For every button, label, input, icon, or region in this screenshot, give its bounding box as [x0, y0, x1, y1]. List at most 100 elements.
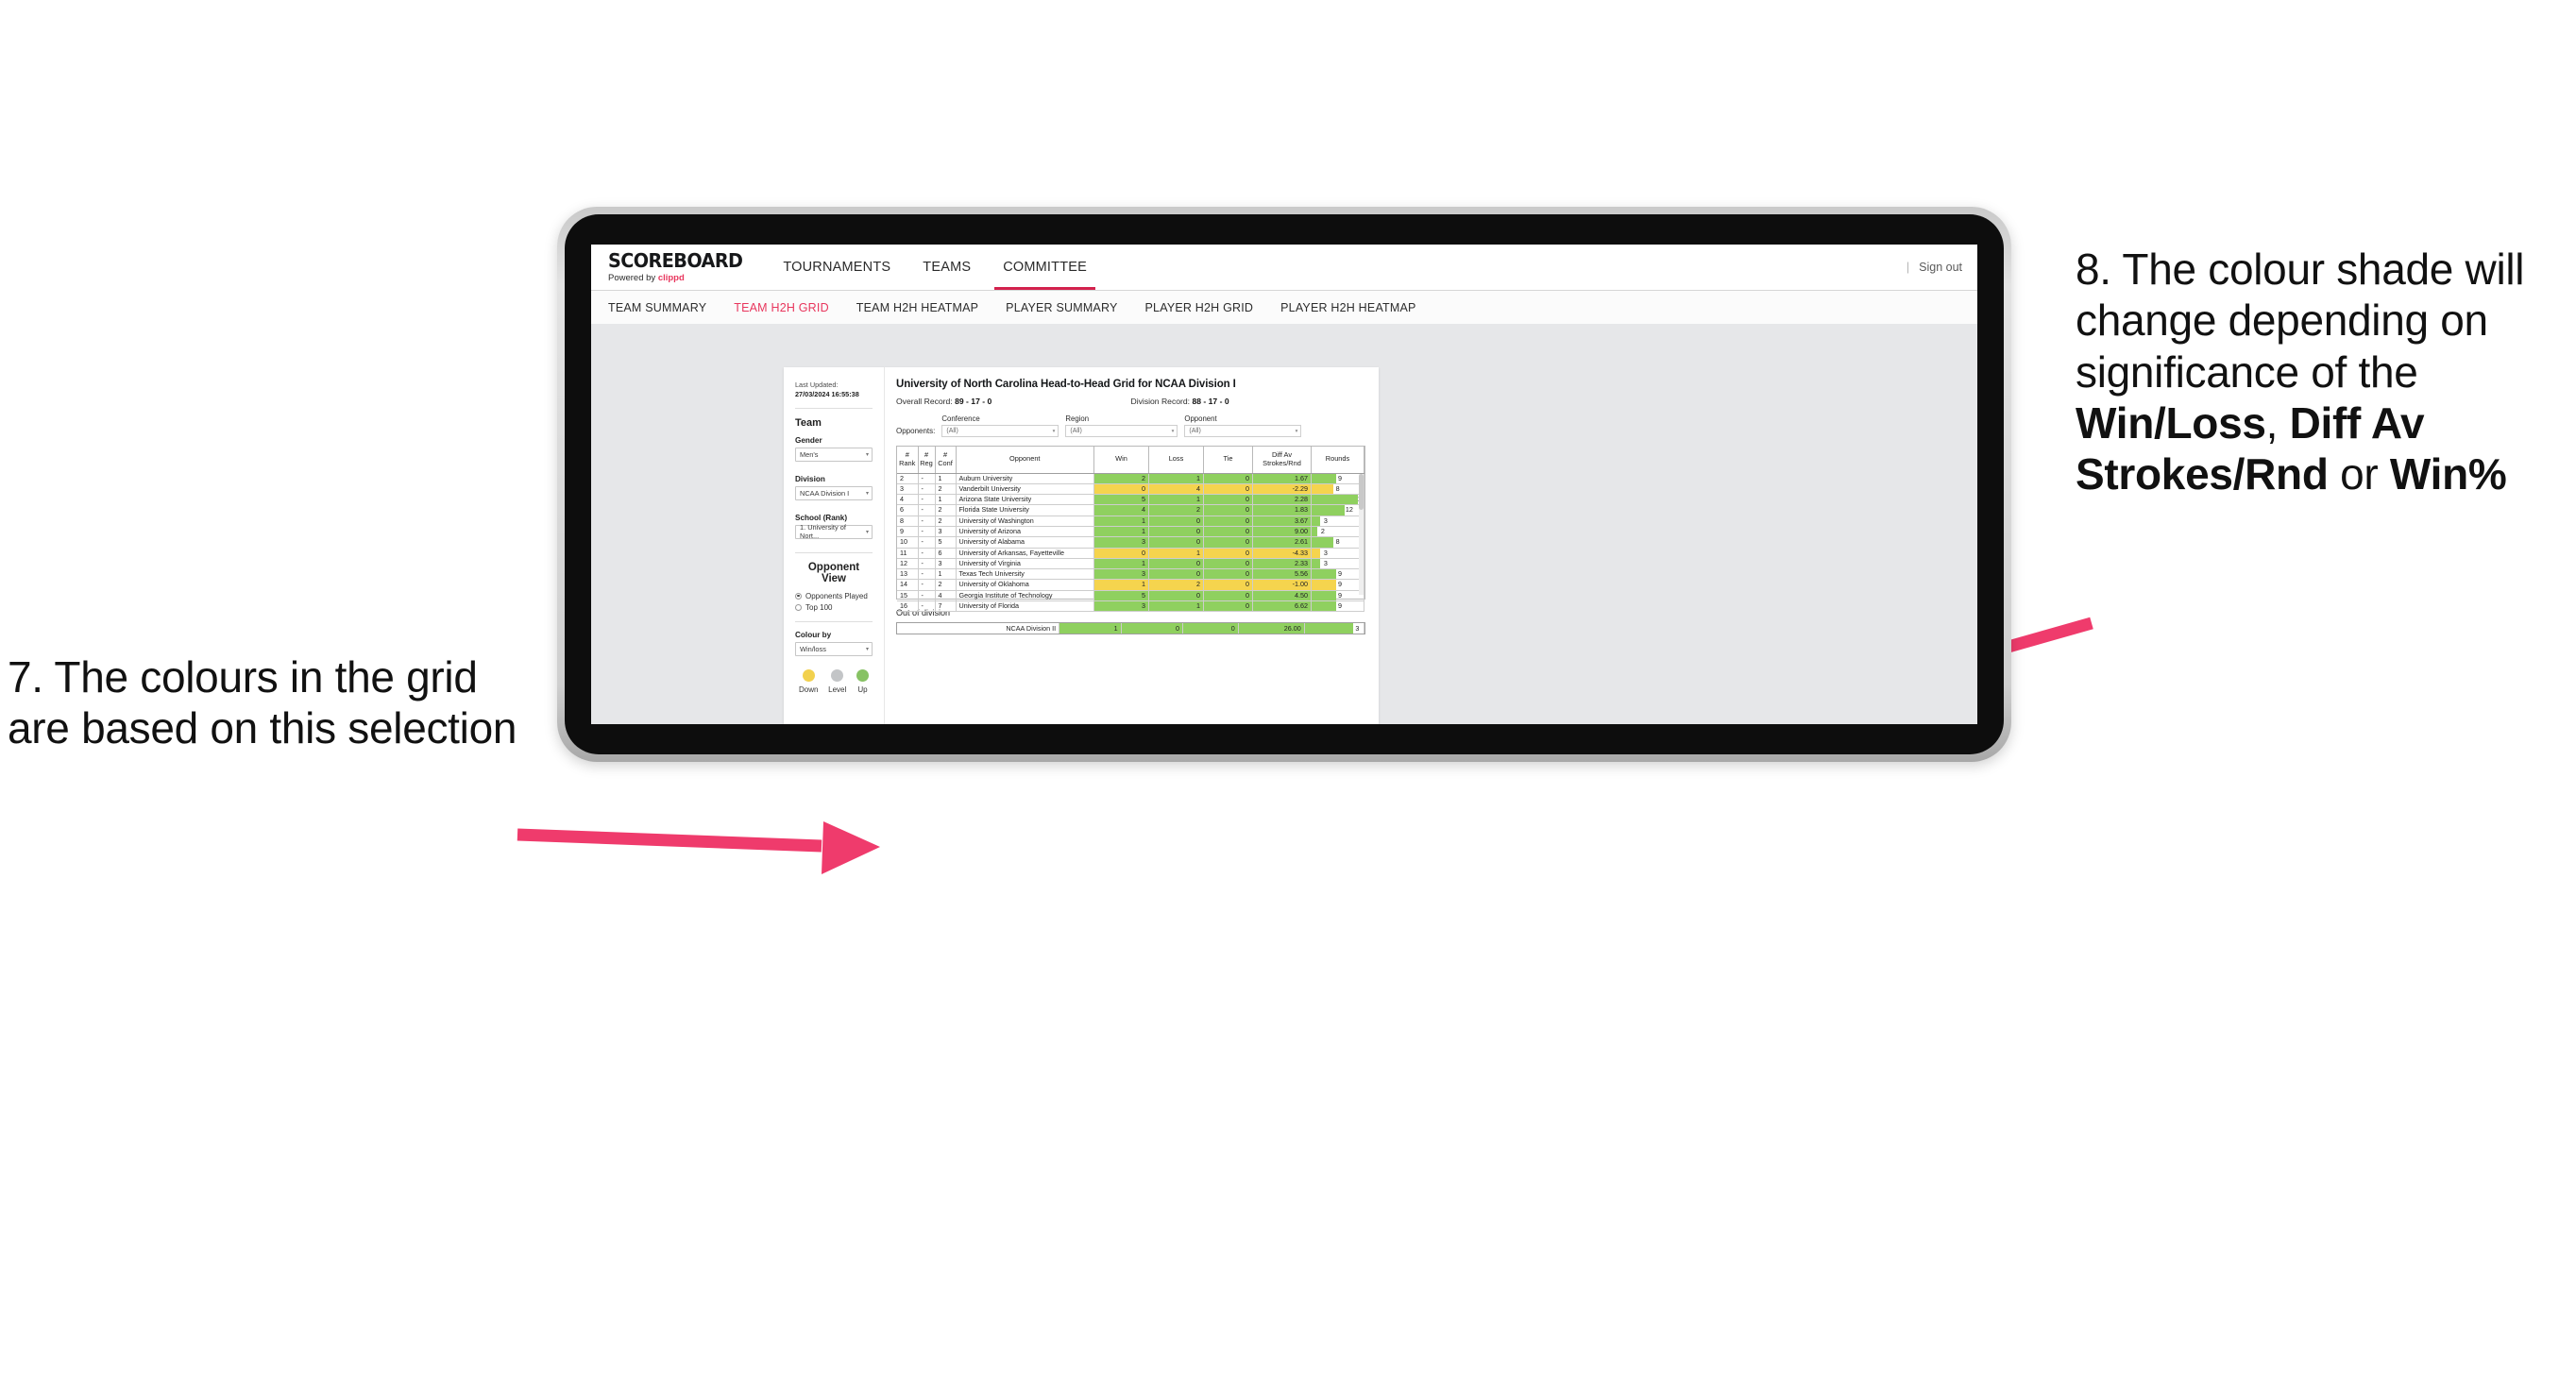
- cell-loss: 1: [1148, 600, 1204, 613]
- filter-conference: Conference (All) ▾: [941, 414, 1059, 437]
- gender-select[interactable]: Men's ▾: [795, 447, 873, 462]
- last-updated-text: Last Updated: 27/03/2024 16:55:38: [795, 380, 873, 399]
- cell-reg: -: [918, 494, 936, 506]
- cell-loss: 0: [1148, 526, 1204, 538]
- cell-rounds: 12: [1311, 504, 1364, 516]
- subnav-item-player-h2h-heatmap[interactable]: PLAYER H2H HEATMAP: [1280, 301, 1430, 314]
- rounds-bar: [1312, 483, 1334, 494]
- ood-cell-win: 1: [1059, 623, 1122, 634]
- subnav-label-player-h2h-heatmap: PLAYER H2H HEATMAP: [1280, 301, 1416, 314]
- subnav-item-team-summary[interactable]: TEAM SUMMARY: [608, 301, 720, 314]
- topnav-item-tournaments[interactable]: TOURNAMENTS: [767, 245, 907, 290]
- cell-rank: 11: [897, 548, 919, 559]
- cell-diff: 6.62: [1252, 600, 1312, 613]
- filter-value-opponent: (All): [1189, 428, 1201, 434]
- cell-opponent: University of Arizona: [956, 526, 1094, 538]
- table-row[interactable]: 16-7 University of Florida 3 1 0 6.62 9: [897, 600, 1364, 613]
- cell-rounds: 2: [1311, 526, 1364, 538]
- subnav-label-team-summary: TEAM SUMMARY: [608, 301, 707, 314]
- table-row[interactable]: 13-1 Texas Tech University 3 0 0 5.56 9: [897, 568, 1364, 581]
- cell-diff: -4.33: [1252, 548, 1312, 559]
- legend-item-down: Down: [799, 668, 818, 694]
- cell-rank: 8: [897, 516, 919, 527]
- table-scrollbar[interactable]: [1359, 474, 1364, 595]
- cell-reg: -: [918, 590, 936, 602]
- cell-win: 3: [1093, 536, 1149, 549]
- legend-dot-up: [856, 668, 869, 682]
- cell-rank: 10: [897, 536, 919, 549]
- cell-win: 2: [1093, 473, 1149, 484]
- subnav-item-team-h2h-heatmap[interactable]: TEAM H2H HEATMAP: [856, 301, 992, 314]
- division-select[interactable]: NCAA Division I ▾: [795, 485, 873, 500]
- cell-loss: 0: [1148, 568, 1204, 581]
- cell-tie: 0: [1203, 548, 1253, 559]
- cell-diff: 2.28: [1252, 494, 1312, 506]
- table-row[interactable]: 3-2 Vanderbilt University 0 4 0 -2.29 8: [897, 483, 1364, 496]
- cell-rank: 13: [897, 568, 919, 581]
- table-row[interactable]: 9-3 University of Arizona 1 0 0 9.00 2: [897, 526, 1364, 538]
- cell-diff: 1.83: [1252, 504, 1312, 516]
- subnav-item-player-h2h-grid[interactable]: PLAYER H2H GRID: [1145, 301, 1268, 314]
- h2h-grid-table: # Rank # Reg # Conf Opponent Win Loss Tie D…: [897, 447, 1364, 613]
- col-tie[interactable]: Tie: [1203, 447, 1253, 474]
- ood-rounds-bar: [1304, 623, 1354, 634]
- radio-icon-unselected: [795, 603, 802, 611]
- col-win[interactable]: Win: [1093, 447, 1149, 474]
- table-row[interactable]: 4-1Arizona State University5102.2817: [897, 494, 1364, 506]
- sign-out-link[interactable]: Sign out: [1919, 261, 1962, 274]
- col-conf[interactable]: # Conf: [935, 447, 957, 474]
- topnav-item-committee[interactable]: COMMITTEE: [987, 245, 1103, 290]
- cell-conf: 7: [935, 600, 957, 613]
- subnav-label-team-h2h-grid: TEAM H2H GRID: [734, 301, 829, 314]
- col-reg[interactable]: # Reg: [918, 447, 936, 474]
- cell-conf: 2: [935, 504, 957, 516]
- filter-select-conference[interactable]: (All) ▾: [941, 425, 1059, 437]
- col-rounds-l1: Rounds: [1325, 454, 1350, 464]
- col-rank[interactable]: # Rank: [897, 447, 919, 474]
- cell-loss: 0: [1148, 590, 1204, 602]
- brand-title: SCOREBOARD: [608, 249, 743, 272]
- tablet-screen: SCOREBOARD Powered by clippd TOURNAMENTS…: [591, 245, 1977, 724]
- division-record-label: Division Record:: [1130, 397, 1193, 406]
- col-rounds[interactable]: Rounds: [1311, 447, 1364, 474]
- rounds-bar: [1312, 505, 1345, 516]
- topnav-label-committee: COMMITTEE: [1003, 260, 1088, 275]
- cell-rounds: 9: [1311, 568, 1364, 581]
- visualization-card: Last Updated: 27/03/2024 16:55:38 Team G…: [784, 367, 1379, 724]
- col-rank-l2: Rank: [899, 458, 916, 467]
- rounds-value: 2: [1320, 526, 1325, 535]
- table-row[interactable]: 8-2 University of Washington 1 0 0 3.67 3: [897, 516, 1364, 527]
- table-row[interactable]: 14-2 University of Oklahoma 1 2 0 -1.00 9: [897, 579, 1364, 591]
- subnav-item-player-summary[interactable]: PLAYER SUMMARY: [1006, 301, 1131, 314]
- annotation-left: 7. The colours in the grid are based on …: [8, 651, 536, 754]
- table-row[interactable]: 15-4 Georgia Institute of Technology 5 0 0 4.…: [897, 590, 1364, 602]
- table-body: 2-1 Auburn University 2 1 0 1.67 9 3-2 Vanderbil…: [897, 473, 1364, 613]
- table-scrollbar-thumb[interactable]: [1359, 474, 1364, 510]
- colour-legend: Down Level Up: [795, 668, 873, 694]
- annotation-right-prefix: 8. The colour shade will change dependin…: [2076, 245, 2525, 397]
- cell-conf: 5: [935, 536, 957, 549]
- subnav-item-team-h2h-grid[interactable]: TEAM H2H GRID: [734, 301, 843, 314]
- table-row[interactable]: 11-6 University of Arkansas, Fayetteville…: [897, 548, 1364, 559]
- col-opponent[interactable]: Opponent: [956, 447, 1094, 474]
- division-record: Division Record: 88 - 17 - 0: [1131, 397, 1366, 406]
- table-row[interactable]: 12-3 University of Virginia 1 0 0 2.33 3: [897, 558, 1364, 570]
- school-rank-select[interactable]: 1. University of Nort... ▾: [795, 523, 873, 540]
- table-row[interactable]: 2-1 Auburn University 2 1 0 1.67 9: [897, 473, 1364, 484]
- cell-reg: -: [918, 558, 936, 570]
- filter-select-opponent[interactable]: (All) ▾: [1184, 425, 1302, 437]
- colour-by-select[interactable]: Win/loss ▾: [795, 641, 873, 656]
- out-of-division-row[interactable]: NCAA Division II 1 0 0 26.00 3: [897, 623, 1365, 634]
- table-row[interactable]: 10-5 University of Alabama 3 0 0 2.61 8: [897, 536, 1364, 549]
- filter-select-region[interactable]: (All) ▾: [1065, 425, 1178, 437]
- col-loss[interactable]: Loss: [1148, 447, 1204, 474]
- radio-opponents-played[interactable]: Opponents Played: [795, 592, 873, 600]
- cell-rank: 12: [897, 558, 919, 570]
- radio-top-100[interactable]: Top 100: [795, 603, 873, 612]
- table-row[interactable]: 6-2 Florida State University 4 2 0 1.83 12: [897, 504, 1364, 516]
- col-diff[interactable]: Diff Av Strokes/Rnd: [1252, 447, 1312, 474]
- cell-opponent: Georgia Institute of Technology: [956, 590, 1094, 602]
- rounds-value: 9: [1338, 601, 1343, 611]
- cell-rounds: 9: [1311, 590, 1364, 602]
- topnav-item-teams[interactable]: TEAMS: [907, 245, 987, 290]
